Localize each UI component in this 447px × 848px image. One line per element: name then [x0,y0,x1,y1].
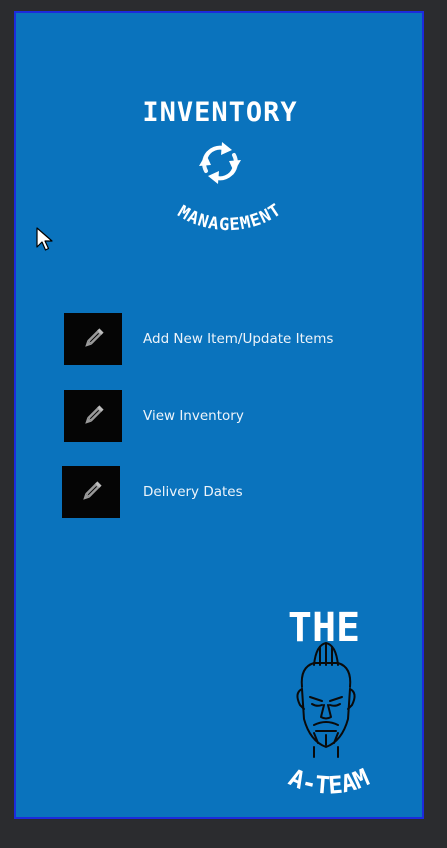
menu-item-view-inventory[interactable]: View Inventory [64,390,244,442]
pencil-icon[interactable] [64,313,122,365]
app-window: INVENTORY MANAGEMENT Add New Item/Update… [14,11,424,819]
mohawk-face-icon [296,642,356,758]
menu-item-label[interactable]: View Inventory [143,408,244,424]
menu-item-label[interactable]: Add New Item/Update Items [143,331,333,347]
inventory-management-logo: INVENTORY MANAGEMENT [120,83,320,233]
svg-text:A-TEAM: A-TEAM [285,763,374,799]
menu-item-label[interactable]: Delivery Dates [143,484,243,500]
sync-arrows-icon [199,142,241,184]
logo-subtitle-text: MANAGEMENT [174,200,284,233]
pencil-icon[interactable] [64,390,122,442]
svg-text:MANAGEMENT: MANAGEMENT [174,200,285,233]
menu-item-add-update-items[interactable]: Add New Item/Update Items [64,313,333,365]
menu-item-delivery-dates[interactable]: Delivery Dates [62,466,243,518]
mouse-cursor-icon [36,227,54,253]
a-team-logo: THE A-TEAM [244,601,404,811]
team-logo-bottom-text: A-TEAM [285,763,374,799]
pencil-icon[interactable] [62,466,120,518]
logo-title-text: INVENTORY [142,97,297,128]
